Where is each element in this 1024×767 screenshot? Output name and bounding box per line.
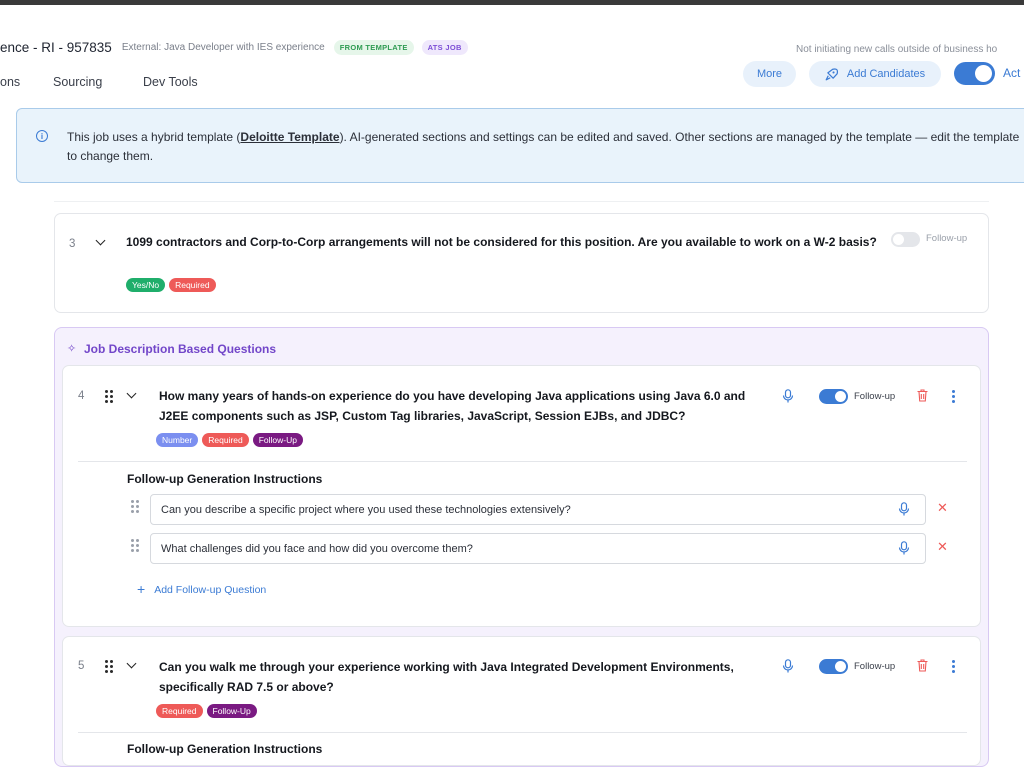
tag-required: Required [202,433,249,447]
ats-job-badge: ATS JOB [421,39,468,55]
tab-questions[interactable]: ons [0,75,20,89]
drag-handle-icon[interactable] [131,539,139,552]
job-title: ence - RI - 957835 [0,39,112,55]
hybrid-template-banner: i This job uses a hybrid template (Deloi… [16,108,1024,183]
drag-handle-icon[interactable] [105,660,113,673]
followup-label: Follow-up [854,661,896,672]
followup-toggle[interactable] [891,232,920,247]
tab-sourcing[interactable]: Sourcing [53,75,102,89]
followup-text: Can you describe a specific project wher… [161,503,571,516]
section-title: Job Description Based Questions [84,342,277,356]
drag-handle-icon[interactable] [105,390,113,403]
add-candidates-button[interactable]: Add Candidates [809,61,941,87]
info-icon: i [36,130,48,142]
section-divider [54,201,989,202]
tag-required: Required [156,704,203,718]
card-divider [78,461,967,462]
question-number: 4 [78,390,85,402]
followup-label: Follow-up [854,391,896,402]
microphone-icon[interactable] [782,389,794,403]
chevron-down-icon[interactable] [95,235,106,246]
drag-handle-icon[interactable] [131,500,139,513]
followup-instructions-title: Follow-up Generation Instructions [127,472,323,486]
business-hours-notice: Not initiating new calls outside of busi… [796,44,998,55]
remove-icon[interactable]: ✕ [937,539,948,555]
chevron-down-icon[interactable] [126,388,137,399]
tag-required: Required [169,278,216,292]
microphone-icon[interactable] [898,502,910,516]
sparkle-icon: ✧ [67,343,77,355]
job-header: ence - RI - 957835 External: Java Develo… [0,5,1024,105]
remove-icon[interactable]: ✕ [937,500,948,516]
active-label: Act [1003,66,1021,80]
more-options-icon[interactable] [952,390,955,403]
from-template-badge: FROM TEMPLATE [333,39,414,55]
add-followup-button[interactable]: + Add Follow-up Question [137,581,266,597]
question-text: Can you walk me through your experience … [159,660,734,694]
question-text: How many years of hands-on experience do… [159,389,746,423]
template-link[interactable]: Deloitte Template [240,130,339,144]
followup-toggle[interactable] [819,389,848,404]
followup-input-2[interactable]: What challenges did you face and how did… [150,533,926,564]
question-text: 1099 contractors and Corp-to-Corp arrang… [126,235,877,249]
plus-icon: + [137,581,146,597]
followup-input-1[interactable]: Can you describe a specific project wher… [150,494,926,525]
rocket-icon [825,67,838,80]
chevron-down-icon[interactable] [126,658,137,669]
more-button[interactable]: More [743,61,796,87]
tag-number: Number [156,433,199,447]
question-number: 5 [78,660,85,672]
card-divider [78,732,967,733]
question-tags: Required Follow-Up [156,704,257,718]
question-tags: Yes/No Required [126,278,216,292]
microphone-icon[interactable] [898,541,910,555]
question-card-5: 5 Can you walk me through your experienc… [62,636,981,766]
followup-instructions-title: Follow-up Generation Instructions [127,742,323,756]
job-subtitle: External: Java Developer with IES experi… [121,41,325,53]
tag-yes-no: Yes/No [126,278,166,292]
question-card-3: 3 1099 contractors and Corp-to-Corp arra… [54,213,989,313]
followup-toggle[interactable] [819,659,848,674]
followup-label: Follow-up [926,233,968,244]
followup-text: What challenges did you face and how did… [161,542,473,555]
active-toggle[interactable] [954,62,995,85]
tag-follow-up: Follow-Up [206,704,257,718]
trash-icon[interactable] [917,659,928,672]
add-candidates-label: Add Candidates [846,68,926,80]
title-row: ence - RI - 957835 External: Java Develo… [0,35,468,59]
tag-follow-up: Follow-Up [252,433,303,447]
tab-dev-tools[interactable]: Dev Tools [143,75,198,89]
banner-text: This job uses a hybrid template (Deloitt… [67,130,1020,163]
question-number: 3 [69,238,76,250]
trash-icon[interactable] [917,389,928,402]
more-options-icon[interactable] [952,660,955,673]
question-card-4: 4 How many years of hands-on experience … [62,365,981,627]
question-tags: Number Required Follow-Up [156,433,303,447]
microphone-icon[interactable] [782,659,794,673]
